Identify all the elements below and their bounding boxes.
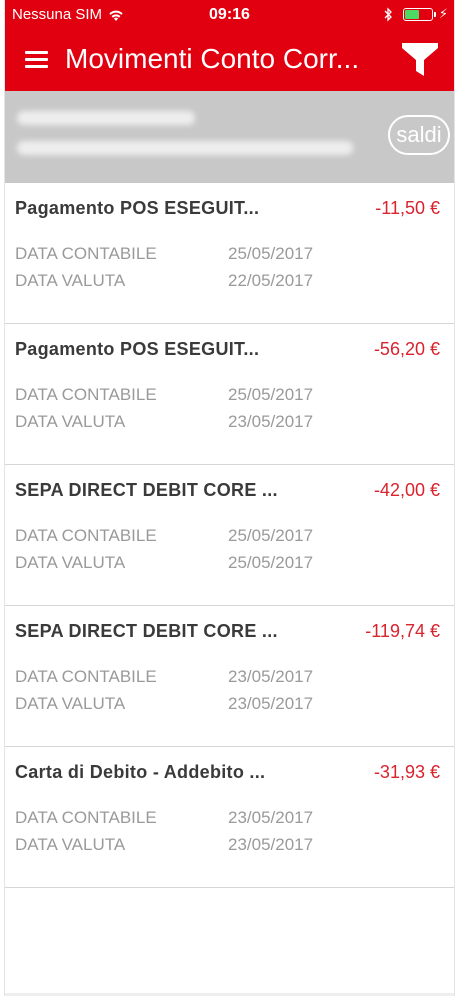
transaction-row[interactable]: SEPA DIRECT DEBIT CORE ... -119,74 € DAT…: [5, 606, 454, 747]
status-bar: Nessuna SIM 09:16 ⚡: [5, 0, 454, 30]
data-valuta-value: 22/05/2017: [228, 271, 314, 290]
transactions-list: Pagamento POS ESEGUIT... -11,50 € DATA C…: [5, 183, 454, 888]
transaction-amount: -119,74 €: [365, 621, 440, 641]
battery-icon: [402, 7, 433, 21]
transaction-description: Pagamento POS ESEGUIT...: [15, 198, 260, 218]
transaction-description: SEPA DIRECT DEBIT CORE ...: [15, 480, 278, 500]
data-contabile-label: DATA CONTABILE: [15, 244, 157, 263]
data-contabile-label: DATA CONTABILE: [15, 808, 157, 827]
transaction-row[interactable]: Pagamento POS ESEGUIT... -11,50 € DATA C…: [5, 183, 454, 324]
data-valuta-value: 23/05/2017: [228, 694, 314, 713]
data-valuta-value: 23/05/2017: [228, 835, 314, 854]
bluetooth-icon: [384, 6, 392, 22]
data-contabile-value: 25/05/2017: [228, 244, 314, 263]
transaction-amount: -56,20 €: [373, 339, 440, 359]
data-valuta-label: DATA VALUTA: [15, 271, 126, 290]
app-screen: Nessuna SIM 09:16 ⚡ Movimenti Conto Corr…: [4, 0, 455, 996]
battery-level: [404, 9, 420, 19]
data-contabile-value: 25/05/2017: [228, 526, 314, 545]
data-valuta-label: DATA VALUTA: [15, 694, 126, 713]
hamburger-menu-icon[interactable]: [25, 51, 48, 69]
transaction-description: Carta di Debito - Addebito ...: [15, 762, 266, 782]
data-valuta-label: DATA VALUTA: [15, 412, 126, 431]
data-contabile-label: DATA CONTABILE: [15, 667, 157, 686]
account-name-obscured: [17, 111, 195, 125]
data-contabile-value: 25/05/2017: [228, 385, 314, 404]
data-contabile-label: DATA CONTABILE: [15, 526, 157, 545]
transaction-description: Pagamento POS ESEGUIT...: [15, 339, 260, 359]
status-right: ⚡: [384, 6, 448, 22]
data-contabile-value: 23/05/2017: [228, 667, 314, 686]
filter-funnel-icon[interactable]: [400, 40, 440, 78]
transaction-amount: -11,50 €: [375, 198, 440, 218]
transaction-row[interactable]: SEPA DIRECT DEBIT CORE ... -42,00 € DATA…: [5, 465, 454, 606]
navigation-bar: Movimenti Conto Corr...: [5, 30, 454, 91]
battery-cap: [433, 11, 436, 17]
transaction-row[interactable]: Carta di Debito - Addebito ... -31,93 € …: [5, 747, 454, 888]
saldi-button[interactable]: saldi: [388, 115, 450, 155]
transaction-row[interactable]: Pagamento POS ESEGUIT... -56,20 € DATA C…: [5, 324, 454, 465]
page-title: Movimenti Conto Corr...: [65, 43, 360, 74]
charging-icon: ⚡: [438, 6, 448, 21]
data-valuta-label: DATA VALUTA: [15, 835, 126, 854]
data-contabile-value: 23/05/2017: [228, 808, 314, 827]
data-valuta-label: DATA VALUTA: [15, 553, 126, 572]
account-info-band: saldi: [5, 91, 454, 183]
transaction-amount: -42,00 €: [373, 480, 440, 500]
transaction-amount: -31,93 €: [373, 762, 440, 782]
data-valuta-value: 23/05/2017: [228, 412, 314, 431]
account-number-obscured: [17, 141, 353, 155]
data-contabile-label: DATA CONTABILE: [15, 385, 157, 404]
data-valuta-value: 25/05/2017: [228, 553, 314, 572]
transaction-description: SEPA DIRECT DEBIT CORE ...: [15, 621, 278, 641]
